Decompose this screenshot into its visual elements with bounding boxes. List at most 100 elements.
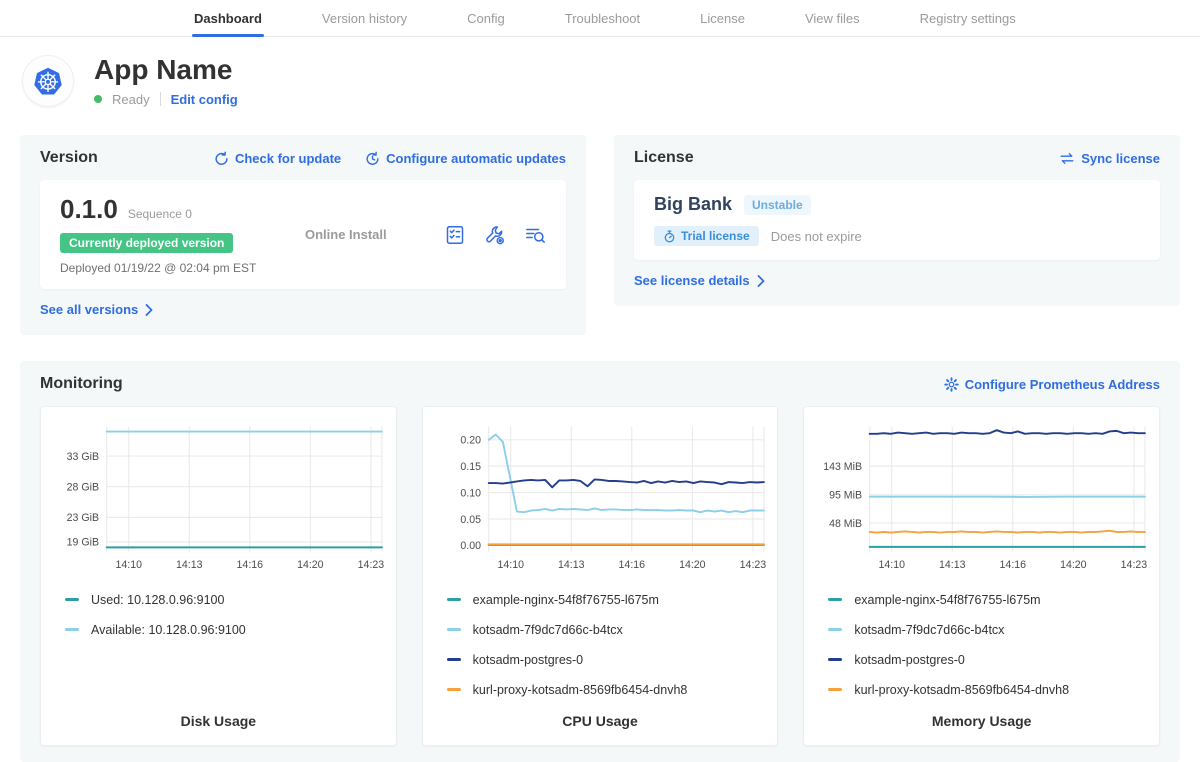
legend-label: kotsadm-postgres-0 xyxy=(473,653,583,667)
view-diff-logs-icon[interactable] xyxy=(524,224,546,246)
legend-label: example-nginx-54f8f76755-l675m xyxy=(473,593,659,607)
license-card: License Sync license Big Bank Unstable xyxy=(614,135,1180,306)
x-axis-tick-label: 14:16 xyxy=(237,559,264,571)
legend-label: example-nginx-54f8f76755-l675m xyxy=(854,593,1040,607)
x-axis-tick-label: 14:13 xyxy=(558,559,585,571)
chevron-right-icon xyxy=(757,275,765,287)
y-axis-tick-label: 28 GiB xyxy=(67,482,99,494)
y-axis-tick-label: 33 GiB xyxy=(67,451,99,463)
legend-item: example-nginx-54f8f76755-l675m xyxy=(828,593,1151,607)
license-card-title: License xyxy=(634,149,694,167)
configure-automatic-updates-link[interactable]: Configure automatic updates xyxy=(365,151,566,166)
chart-card-cpu-usage: 0.200.150.100.050.0014:1014:1314:1614:20… xyxy=(422,406,779,746)
see-all-versions-link[interactable]: See all versions xyxy=(40,302,153,317)
x-axis-tick-label: 14:13 xyxy=(939,559,966,571)
y-axis-tick-label: 0.10 xyxy=(460,487,481,499)
x-axis-tick-label: 14:10 xyxy=(497,559,524,571)
version-number: 0.1.0 xyxy=(60,194,118,225)
y-axis-tick-label: 19 GiB xyxy=(67,537,99,549)
clock-refresh-icon xyxy=(365,151,380,166)
legend-swatch xyxy=(447,658,461,661)
charts-row: 33 GiB 28 GiB 23 GiB 19 GiB 14:10 14:13 14:16 1… xyxy=(40,406,1160,746)
chart-card-disk-usage: 33 GiB28 GiB23 GiB19 GiB14:1014:1314:161… xyxy=(40,406,397,746)
status-badge: Ready xyxy=(112,92,150,107)
legend-label: kurl-proxy-kotsadm-8569fb6454-dnvh8 xyxy=(854,683,1069,697)
top-navigation: Dashboard Version history Config Troublesho… xyxy=(0,0,1200,37)
y-axis-tick-label: 23 GiB xyxy=(67,512,99,524)
legend-item: example-nginx-54f8f76755-l675m xyxy=(447,593,770,607)
legend-swatch xyxy=(447,628,461,631)
y-axis-tick-label: 0.00 xyxy=(460,540,481,552)
config-wrench-icon[interactable] xyxy=(484,224,506,246)
x-axis-tick-label: 14:16 xyxy=(1000,559,1027,571)
sync-arrows-icon xyxy=(1059,152,1075,165)
configure-prometheus-link[interactable]: Configure Prometheus Address xyxy=(944,377,1160,392)
chart-canvas[interactable]: 0.200.150.100.050.0014:1014:1314:1614:20… xyxy=(431,417,770,581)
chart-legend: example-nginx-54f8f76755-l675m kotsadm-7f… xyxy=(447,593,770,713)
page-title: App Name xyxy=(94,55,238,86)
chart-title: CPU Usage xyxy=(431,713,770,729)
customer-name: Big Bank xyxy=(654,194,732,215)
x-axis-tick-label: 14:13 xyxy=(176,559,203,571)
x-axis-tick-label: 14:16 xyxy=(618,559,645,571)
chart-card-memory-usage: 143 MiB95 MiB48 MiB14:1014:1314:1614:201… xyxy=(803,406,1160,746)
legend-item: kotsadm-postgres-0 xyxy=(828,653,1151,667)
y-axis-tick-label: 48 MiB xyxy=(829,518,862,530)
legend-label: Used: 10.128.0.96:9100 xyxy=(91,593,224,607)
tab-license[interactable]: License xyxy=(698,0,747,36)
legend-item: kurl-proxy-kotsadm-8569fb6454-dnvh8 xyxy=(447,683,770,697)
version-card: Version Check for update xyxy=(20,135,586,335)
chevron-right-icon xyxy=(145,304,153,316)
trial-license-badge: Trial license xyxy=(654,226,759,246)
series-line xyxy=(488,435,763,513)
legend-swatch xyxy=(828,688,842,691)
currently-deployed-badge: Currently deployed version xyxy=(60,233,233,253)
x-axis-tick-label: 14:10 xyxy=(879,559,906,571)
legend-item: kotsadm-postgres-0 xyxy=(447,653,770,667)
sync-license-link[interactable]: Sync license xyxy=(1059,151,1160,166)
legend-label: kotsadm-7f9dc7d66c-b4tcx xyxy=(854,623,1004,637)
legend-item: kotsadm-7f9dc7d66c-b4tcx xyxy=(447,623,770,637)
legend-swatch xyxy=(65,628,79,631)
series-line xyxy=(488,479,763,487)
chart-legend: Used: 10.128.0.96:9100 Available: 10.128.… xyxy=(65,593,388,713)
tab-troubleshoot[interactable]: Troubleshoot xyxy=(563,0,642,36)
legend-label: kurl-proxy-kotsadm-8569fb6454-dnvh8 xyxy=(473,683,688,697)
chart-title: Memory Usage xyxy=(812,713,1151,729)
x-axis-tick-label: 14:20 xyxy=(679,559,706,571)
legend-swatch xyxy=(65,598,79,601)
legend-swatch xyxy=(828,628,842,631)
series-line xyxy=(870,430,1145,434)
legend-item: kurl-proxy-kotsadm-8569fb6454-dnvh8 xyxy=(828,683,1151,697)
edit-config-link[interactable]: Edit config xyxy=(171,92,238,107)
status-dot xyxy=(94,95,102,103)
legend-label: kotsadm-postgres-0 xyxy=(854,653,964,667)
gear-icon xyxy=(944,377,959,392)
tab-view-files[interactable]: View files xyxy=(803,0,862,36)
chart-title: Disk Usage xyxy=(49,713,388,729)
check-for-update-link[interactable]: Check for update xyxy=(214,151,341,166)
chart-canvas[interactable]: 33 GiB28 GiB23 GiB19 GiB14:1014:1314:161… xyxy=(49,417,388,581)
refresh-icon xyxy=(214,151,229,166)
legend-item: Used: 10.128.0.96:9100 xyxy=(65,593,388,607)
expiry-label: Does not expire xyxy=(771,229,862,244)
x-axis-tick-label: 14:20 xyxy=(1060,559,1087,571)
legend-item: Available: 10.128.0.96:9100 xyxy=(65,623,388,637)
x-axis-tick-label: 14:23 xyxy=(1121,559,1148,571)
see-license-details-link[interactable]: See license details xyxy=(634,273,765,288)
stopwatch-icon xyxy=(663,230,676,243)
tab-config[interactable]: Config xyxy=(465,0,507,36)
legend-swatch xyxy=(447,688,461,691)
chart-legend: example-nginx-54f8f76755-l675m kotsadm-7f… xyxy=(828,593,1151,713)
sequence-label: Sequence 0 xyxy=(128,207,192,221)
tab-version-history[interactable]: Version history xyxy=(320,0,409,36)
series-line xyxy=(870,531,1145,533)
y-axis-tick-label: 0.15 xyxy=(460,461,481,473)
chart-canvas[interactable]: 143 MiB95 MiB48 MiB14:1014:1314:1614:201… xyxy=(812,417,1151,581)
preflight-checks-icon[interactable] xyxy=(444,224,466,246)
tab-registry-settings[interactable]: Registry settings xyxy=(918,0,1018,36)
tab-dashboard[interactable]: Dashboard xyxy=(192,0,264,36)
y-axis-tick-label: 0.05 xyxy=(460,514,481,526)
divider xyxy=(160,92,161,106)
x-axis-tick-label: 14:23 xyxy=(358,559,385,571)
